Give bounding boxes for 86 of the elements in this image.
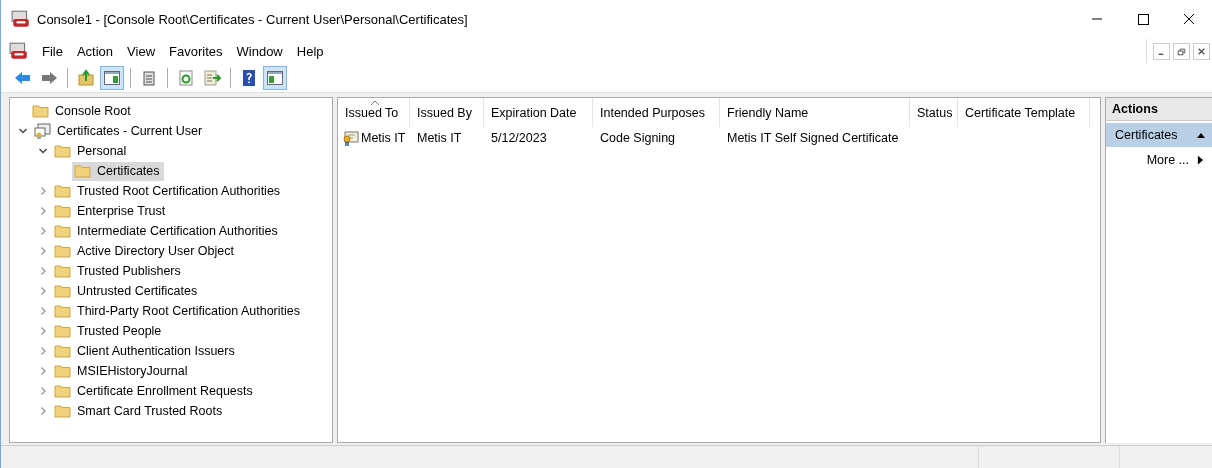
submenu-arrow-icon [1197,155,1204,165]
table-cell: Metis IT Self Signed Certificate [727,131,899,145]
certificate-icon [342,130,360,146]
window-title: Console1 - [Console Root\Certificates - Current User\Personal\Certificates] [37,11,468,27]
console-icon[interactable] [9,42,29,60]
folder-icon [54,303,72,319]
minimize-button[interactable] [1153,42,1170,60]
folder-icon [54,243,72,259]
column-header[interactable]: Issued To [338,98,410,127]
column-header[interactable]: Issued By [410,98,484,127]
tree-item[interactable]: Certificates [72,161,164,181]
actions-header: Actions [1106,98,1212,121]
tree-item[interactable]: Third-Party Root Certification Authorities [52,301,304,321]
tree-item[interactable]: Intermediate Certification Authorities [52,221,282,241]
help-icon [240,69,258,87]
folder-icon [54,143,72,159]
tree-item[interactable]: Certificates - Current User [32,121,207,141]
folder-icon [54,203,72,219]
tree-item[interactable]: Untrusted Certificates [52,281,202,301]
tree-item[interactable]: Client Authentication Issuers [52,341,239,361]
tree-item[interactable]: MSIEHistoryJournal [52,361,192,381]
expand-chevron-icon[interactable] [38,206,48,216]
folder-icon [54,383,72,399]
folder-icon [32,103,50,119]
action-link[interactable]: More ... [1146,153,1189,167]
menu-item[interactable]: Action [76,43,114,59]
menu-item[interactable]: File [42,43,63,59]
expand-chevron-icon[interactable] [38,246,48,256]
tree-item[interactable]: Personal [52,141,131,161]
tree-item[interactable]: Trusted Root Certification Authorities [52,181,285,201]
tree-item[interactable]: Active Directory User Object [52,241,238,261]
expand-chevron-icon[interactable] [38,186,48,196]
close-button[interactable] [1193,42,1210,60]
folder-icon [54,223,72,239]
action-pane-button[interactable] [263,66,287,90]
pane-icon [103,69,121,87]
expand-chevron-icon[interactable] [38,306,48,316]
folder-icon [54,323,72,339]
refresh-icon [177,69,195,87]
folder-icon [54,263,72,279]
menu-item[interactable]: Help [296,43,324,59]
certificate-console-icon [34,123,52,139]
menu-item[interactable]: Window [236,43,283,59]
tree-item[interactable]: Enterprise Trust [52,201,170,221]
tree-item[interactable]: Smart Card Trusted Roots [52,401,227,421]
folder-icon [54,283,72,299]
column-header[interactable]: Expiration Date [484,98,593,127]
tree-item[interactable]: Trusted People [52,321,166,341]
back-arrow-icon [14,69,32,87]
expand-chevron-icon[interactable] [38,346,48,356]
forward-arrow-icon [40,69,58,87]
folder-icon [54,343,72,359]
folder-icon [54,363,72,379]
expand-chevron-icon[interactable] [38,386,48,396]
column-header[interactable]: Certificate Template [958,98,1090,127]
column-header[interactable]: Intended Purposes [593,98,720,127]
expand-chevron-icon[interactable] [38,406,48,416]
table-cell: 5/12/2023 [491,131,547,145]
tree-item[interactable]: Console Root [30,101,135,121]
folder-icon [74,163,92,179]
restore-button[interactable] [1173,42,1190,60]
action-group-header[interactable]: Certificates [1106,123,1212,147]
expand-chevron-icon[interactable] [38,226,48,236]
tree-toggle-button[interactable] [100,66,124,90]
pane-icon [266,69,284,87]
tree-item[interactable]: Certificate Enrollment Requests [52,381,257,401]
tree-item[interactable]: Trusted Publishers [52,261,185,281]
export-list-icon [203,69,221,87]
table-cell: Metis IT [417,131,462,145]
console-icon [11,10,31,28]
expand-chevron-icon[interactable] [38,326,48,336]
table-cell: Code Signing [600,131,676,145]
menu-item[interactable]: View [127,43,156,59]
column-header[interactable]: Friendly Name [720,98,910,127]
collapse-chevron-icon[interactable] [38,146,48,156]
folder-icon [54,403,72,419]
expand-chevron-icon[interactable] [38,266,48,276]
collapse-chevron-icon[interactable] [18,126,28,136]
folder-icon [54,183,72,199]
expand-chevron-icon[interactable] [38,366,48,376]
column-header[interactable]: Status [910,98,958,127]
up-folder-icon [77,69,95,87]
clipboard-icon [140,69,158,87]
menu-item[interactable]: Favorites [169,43,223,59]
expand-chevron-icon[interactable] [38,286,48,296]
table-cell: Metis IT [361,131,406,145]
